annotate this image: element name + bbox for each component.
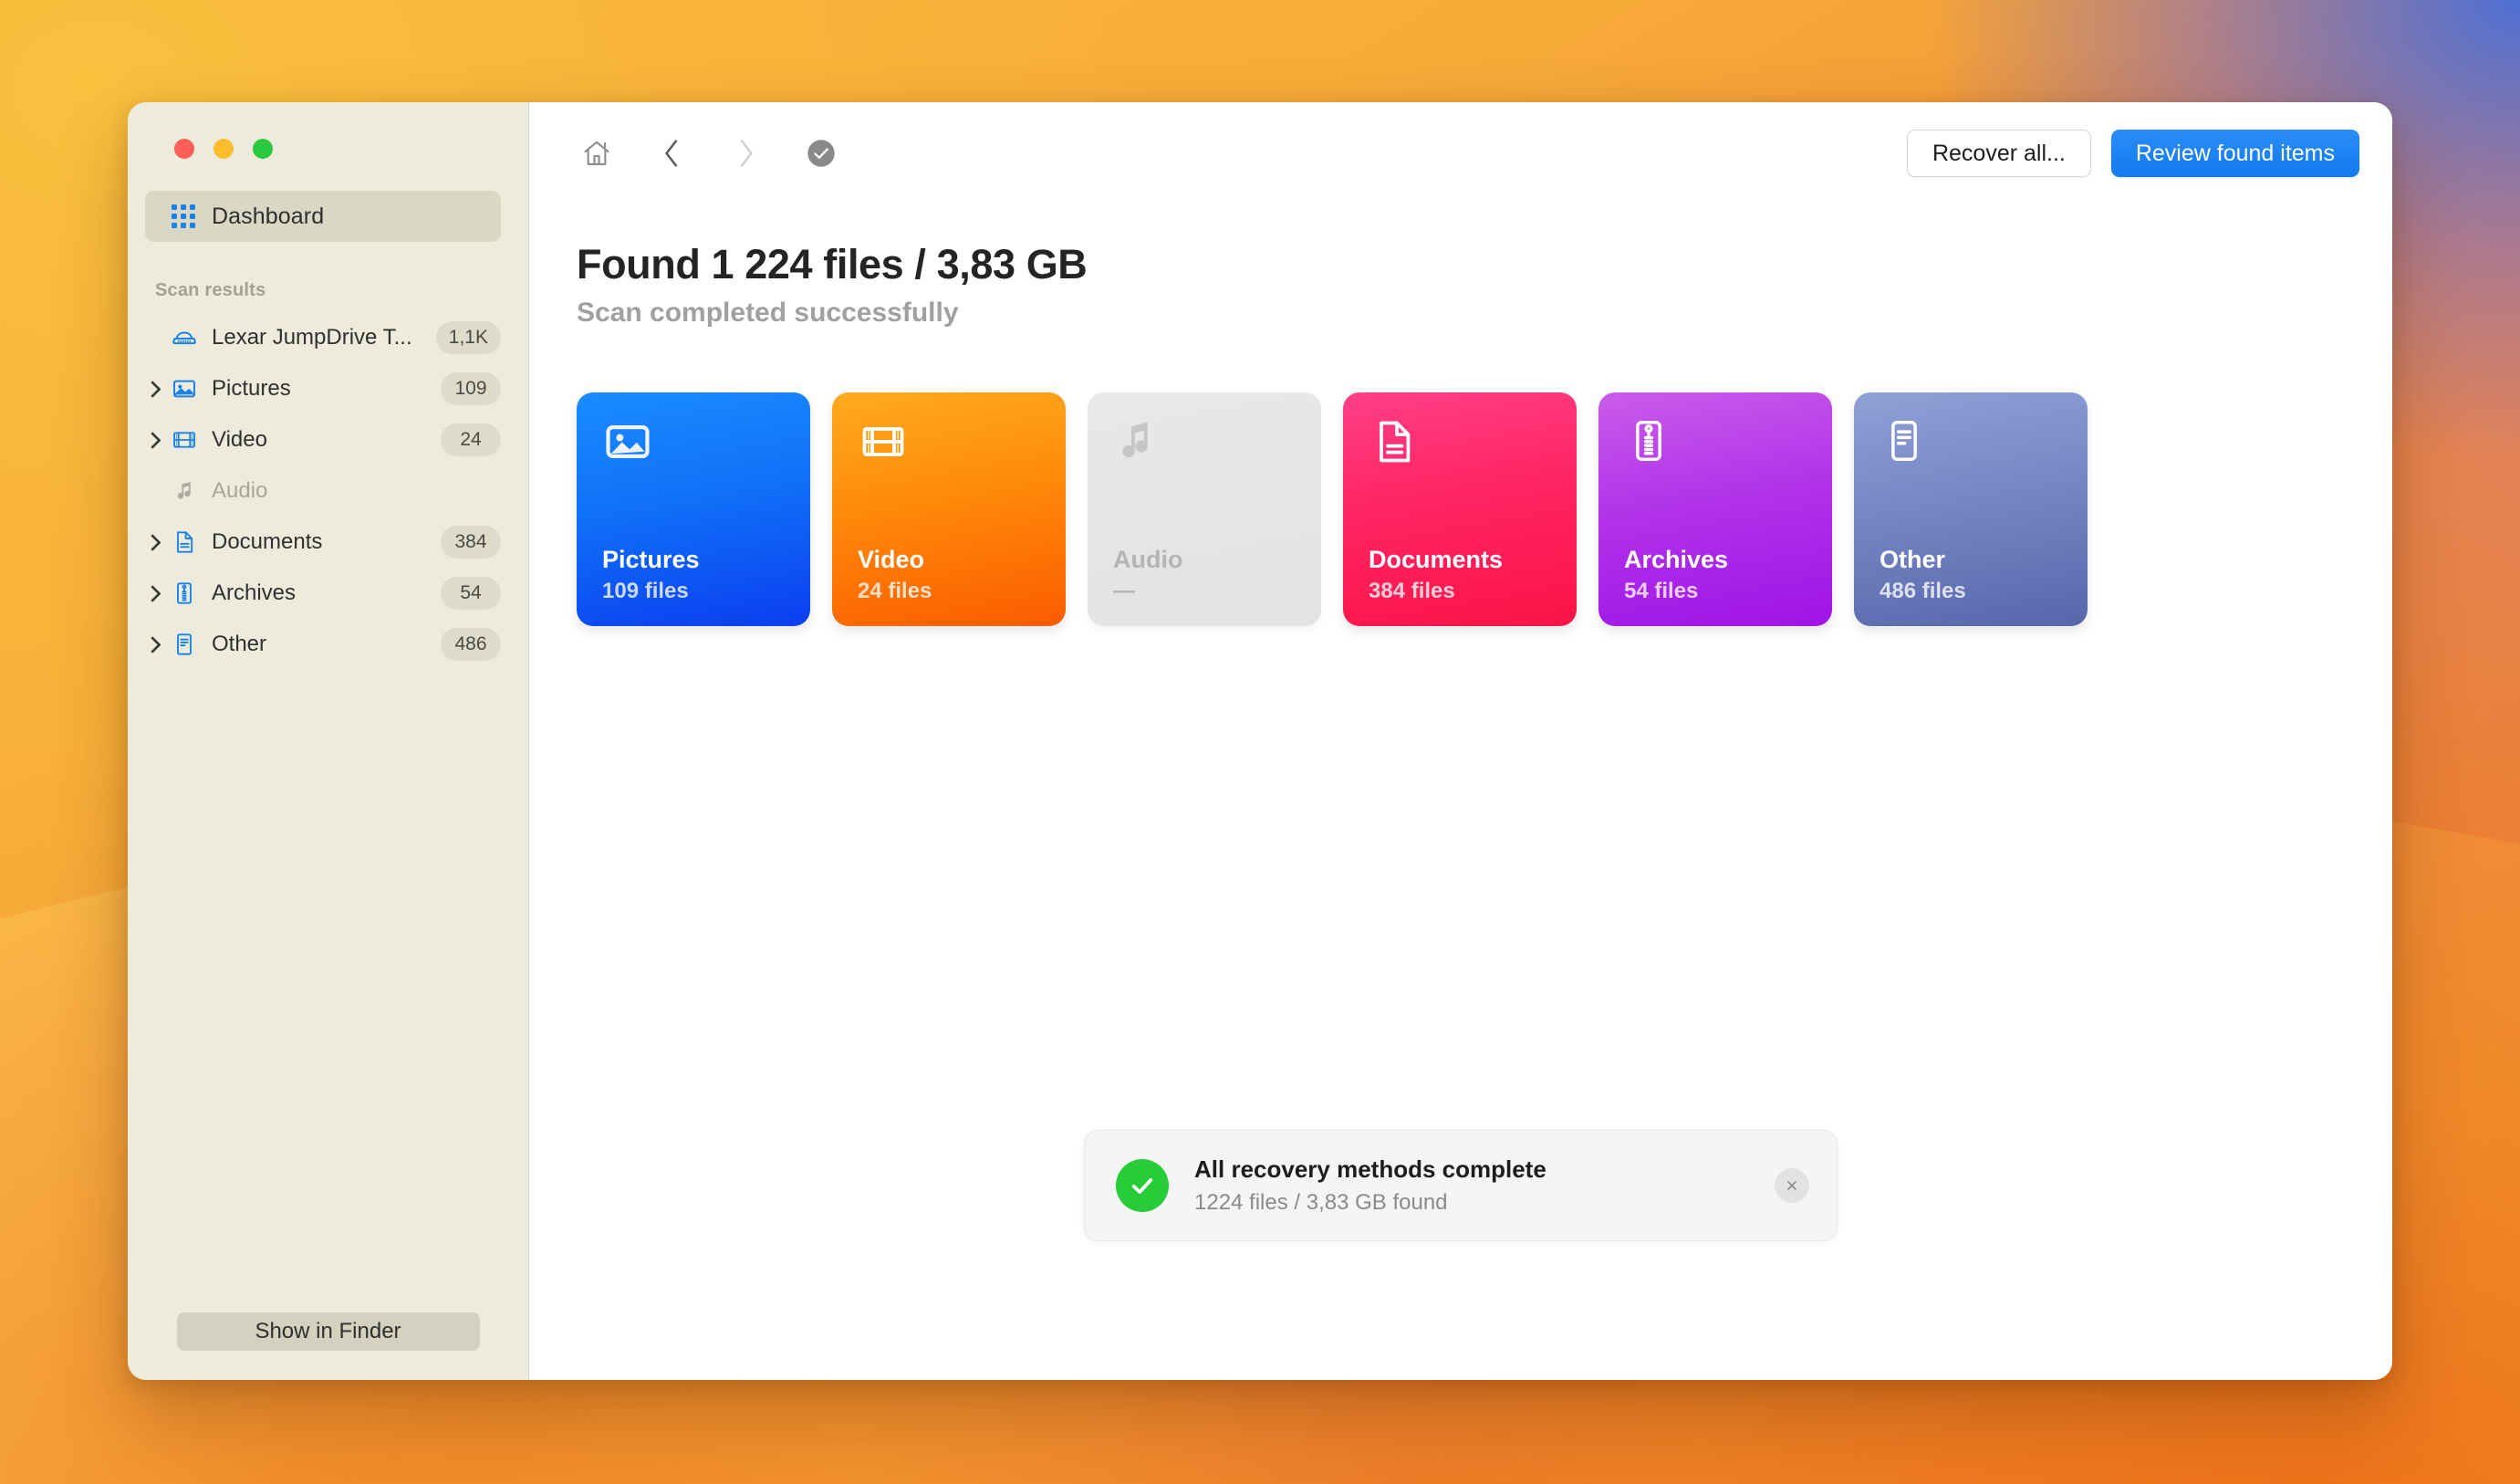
chevron-placeholder [145, 481, 165, 501]
sidebar-item-label: Archives [212, 580, 430, 606]
check-circle-filled-icon [1116, 1159, 1169, 1212]
sidebar-item-dashboard[interactable]: Dashboard [145, 191, 501, 242]
sidebar-item-label: Dashboard [212, 204, 324, 230]
sidebar-item-other[interactable]: Other 486 [128, 619, 528, 670]
card-title: Archives [1624, 546, 1728, 574]
document-icon [1369, 416, 1577, 467]
card-subtitle: 54 files [1624, 579, 1728, 604]
sidebar-item-pictures[interactable]: Pictures 109 [128, 363, 528, 414]
video-icon [171, 426, 198, 454]
archive-icon [1624, 416, 1832, 465]
card-text: Audio — [1113, 546, 1182, 604]
sidebar-item-badge: 1,1K [436, 321, 501, 354]
card-text: Pictures 109 files [602, 546, 700, 604]
sidebar-item-label: Other [212, 632, 430, 657]
sidebar-item-badge: 54 [441, 577, 501, 610]
sidebar-footer: Show in Finder [128, 1312, 528, 1380]
card-subtitle: 384 files [1369, 579, 1503, 604]
toast-body: All recovery methods complete 1224 files… [1194, 1155, 1775, 1216]
close-window-button[interactable] [174, 139, 194, 159]
sidebar-item-label: Lexar JumpDrive T... [212, 325, 425, 350]
other-icon [1880, 416, 2088, 465]
desktop-wallpaper: Dashboard Scan results Lexar JumpDrive T… [0, 0, 2520, 1484]
sidebar-item-badge: 109 [441, 372, 501, 405]
chevron-right-icon[interactable] [145, 379, 165, 399]
drive-icon [171, 324, 198, 351]
toolbar: Recover all... Review found items [529, 102, 2392, 204]
recover-all-button[interactable]: Recover all... [1907, 130, 2091, 177]
sidebar-item-documents[interactable]: Documents 384 [128, 517, 528, 568]
card-text: Other 486 files [1880, 546, 1966, 604]
main-content: Recover all... Review found items Found … [529, 102, 2392, 1380]
card-archives[interactable]: Archives 54 files [1598, 392, 1832, 626]
audio-icon [1113, 416, 1321, 464]
toolbar-navigation [577, 133, 841, 173]
picture-icon [171, 375, 198, 402]
sidebar-item-badge: 384 [441, 526, 501, 559]
show-in-finder-button[interactable]: Show in Finder [177, 1312, 480, 1351]
sidebar-item-badge: 24 [441, 423, 501, 456]
chevron-right-icon[interactable] [145, 430, 165, 450]
card-title: Audio [1113, 546, 1182, 574]
sidebar-section-title: Scan results [155, 280, 528, 301]
content-area: Found 1 224 files / 3,83 GB Scan complet… [529, 204, 2392, 626]
card-pictures[interactable]: Pictures 109 files [577, 392, 810, 626]
zoom-window-button[interactable] [253, 139, 273, 159]
card-other[interactable]: Other 486 files [1854, 392, 2088, 626]
chevron-right-icon[interactable] [145, 583, 165, 603]
page-subtitle: Scan completed successfully [577, 298, 2392, 329]
forward-button[interactable] [726, 133, 766, 173]
sidebar-item-label: Documents [212, 529, 430, 555]
toast-title: All recovery methods complete [1194, 1155, 1775, 1184]
sidebar-item-audio[interactable]: Audio [128, 465, 528, 517]
category-cards: Pictures 109 files [577, 392, 2392, 626]
sidebar-item-lexar-jumpdrive[interactable]: Lexar JumpDrive T... 1,1K [128, 312, 528, 363]
traffic-lights [128, 102, 528, 159]
chevron-right-icon[interactable] [145, 532, 165, 552]
sidebar-item-label: Pictures [212, 376, 430, 402]
picture-icon [602, 416, 810, 467]
chevron-right-icon[interactable] [145, 634, 165, 654]
back-button[interactable] [651, 133, 692, 173]
card-subtitle: 24 files [858, 579, 932, 604]
card-title: Documents [1369, 546, 1503, 574]
app-window: Dashboard Scan results Lexar JumpDrive T… [128, 102, 2392, 1380]
review-found-items-button[interactable]: Review found items [2111, 130, 2359, 177]
card-video[interactable]: Video 24 files [832, 392, 1066, 626]
card-audio[interactable]: Audio — [1088, 392, 1321, 626]
card-text: Documents 384 files [1369, 546, 1503, 604]
card-subtitle: 109 files [602, 579, 700, 604]
card-title: Video [858, 546, 932, 574]
scan-results-list: Lexar JumpDrive T... 1,1K [128, 312, 528, 670]
sidebar-item-label: Audio [212, 478, 501, 504]
sidebar-item-archives[interactable]: Archives 54 [128, 568, 528, 619]
toast-subtitle: 1224 files / 3,83 GB found [1194, 1190, 1775, 1216]
chevron-placeholder [145, 328, 165, 348]
minimize-window-button[interactable] [213, 139, 234, 159]
card-documents[interactable]: Documents 384 files [1343, 392, 1577, 626]
sidebar-item-badge: 486 [441, 628, 501, 661]
check-circle-icon[interactable] [801, 133, 841, 173]
toast-notification: All recovery methods complete 1224 files… [1084, 1130, 1838, 1241]
card-subtitle: 486 files [1880, 579, 1966, 604]
grid-icon [172, 204, 195, 228]
card-text: Archives 54 files [1624, 546, 1728, 604]
sidebar: Dashboard Scan results Lexar JumpDrive T… [128, 102, 529, 1380]
archive-icon [171, 580, 198, 607]
home-icon[interactable] [577, 133, 617, 173]
card-text: Video 24 files [858, 546, 932, 604]
sidebar-item-label: Video [212, 427, 430, 453]
card-title: Pictures [602, 546, 700, 574]
document-icon [171, 528, 198, 556]
sidebar-item-video[interactable]: Video 24 [128, 414, 528, 465]
close-icon[interactable] [1775, 1168, 1809, 1203]
page-title: Found 1 224 files / 3,83 GB [577, 241, 2392, 288]
other-icon [171, 631, 198, 658]
video-icon [858, 416, 1066, 467]
audio-icon [171, 477, 198, 505]
card-title: Other [1880, 546, 1966, 574]
card-subtitle: — [1113, 579, 1182, 604]
